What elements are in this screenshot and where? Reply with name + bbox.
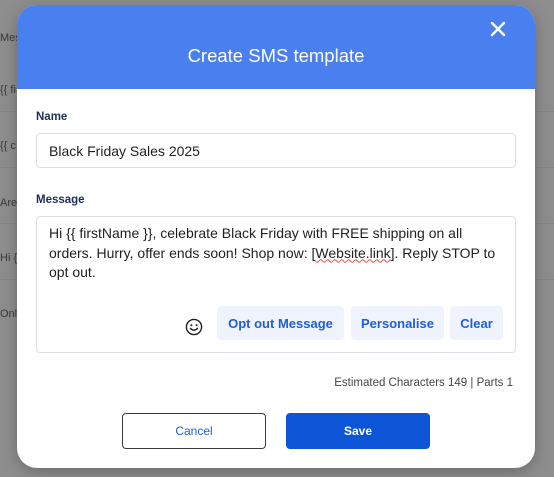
estimated-characters: Estimated Characters 149 | Parts 1 (334, 377, 513, 389)
background-row-text: {{ fi (0, 84, 16, 96)
emoji-smile-icon[interactable] (185, 318, 203, 336)
opt-out-message-button[interactable]: Opt out Message (217, 306, 344, 340)
cancel-button[interactable]: Cancel (122, 413, 266, 449)
message-textarea[interactable]: Hi {{ firstName }}, celebrate Black Frid… (36, 216, 516, 353)
modal-header: Create SMS template (17, 5, 535, 89)
background-row-text: Are (0, 197, 18, 209)
modal-title: Create SMS template (187, 45, 365, 66)
message-text[interactable]: Hi {{ firstName }}, celebrate Black Frid… (49, 224, 505, 283)
create-sms-template-modal: Create SMS template Name Message Hi {{ f… (17, 5, 535, 468)
close-icon[interactable] (486, 17, 510, 41)
name-label: Name (36, 111, 68, 123)
background-row-text: Onl (0, 308, 18, 320)
clear-button[interactable]: Clear (450, 306, 503, 340)
message-label: Message (36, 194, 85, 206)
name-input[interactable] (36, 133, 516, 168)
background-row-text: {{ c (0, 140, 16, 152)
message-link-text: Website.link (315, 244, 391, 261)
background-row-text: Hi { (0, 252, 18, 264)
personalise-button[interactable]: Personalise (351, 306, 444, 340)
save-button[interactable]: Save (286, 413, 430, 449)
